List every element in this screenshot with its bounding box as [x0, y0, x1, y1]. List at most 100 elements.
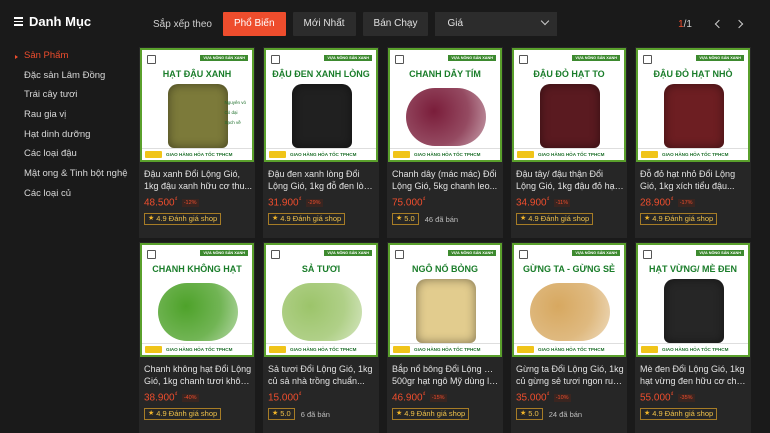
sidebar-list: Sản Phẩm Đặc sản Lâm Đồng Trái cây tươi Rau…	[14, 46, 130, 204]
sort-option-button[interactable]: Phổ Biến	[222, 12, 286, 36]
currency-symbol: ₫	[422, 392, 426, 398]
product-photo	[158, 283, 238, 341]
sidebar-item[interactable]: Mật ong & Tinh bột nghệ	[14, 164, 130, 184]
brand-badge: VỰA NÔNG SẢN XANH	[200, 55, 248, 61]
discount-badge: -15%	[429, 393, 447, 402]
mini-pager: 1/1	[678, 13, 750, 35]
discount-badge: -40%	[181, 393, 199, 402]
price-row: 28.900₫ -17%	[640, 197, 695, 208]
sort-bar: Sắp xếp theo Phổ Biến Mới Nhất Bán Chạy Gi…	[140, 10, 750, 38]
product-photo	[168, 84, 228, 148]
product-name-line: Chanh không hạt Đổi Lộng	[144, 364, 252, 374]
next-page-button[interactable]	[730, 13, 750, 35]
brand-logo-icon	[643, 250, 652, 259]
currency-symbol: ₫	[298, 197, 302, 203]
brand-badge: VỰA NÔNG SẢN XANH	[448, 250, 496, 256]
image-product-title: ĐẬU ĐEN XANH LÒNG	[272, 69, 370, 79]
product-image[interactable]: VỰA NÔNG SẢN XANH HẠT ĐẬU XANH Nguyên vỏ…	[140, 48, 254, 162]
product-image[interactable]: VỰA NÔNG SẢN XANH NGÔ NỔ BỎNG GIAO HÀNG …	[388, 243, 502, 357]
product-name-line: Chanh dây (mác mác) Đổi	[392, 169, 497, 179]
product-card[interactable]: VỰA NÔNG SẢN XANH HẠT VỪNG/ MÈ ĐEN GIAO …	[635, 242, 751, 433]
product-card[interactable]: VỰA NÔNG SẢN XANH ĐẬU ĐEN XANH LÒNG GIAO…	[263, 47, 379, 238]
brand-badge: VỰA NÔNG SẢN XANH	[572, 250, 620, 256]
rating-badge: ★ 4.9 Đánh giá shop	[268, 213, 346, 225]
image-product-title: ĐẬU ĐỎ HẠT TO	[533, 69, 605, 79]
product-image[interactable]: VỰA NÔNG SẢN XANH CHANH KHÔNG HẠT GIAO H…	[140, 243, 254, 357]
product-price: 34.900₫	[516, 197, 550, 208]
product-card[interactable]: VỰA NÔNG SẢN XANH ĐẬU ĐỎ HẠT TO GIAO HÀN…	[511, 47, 627, 238]
rating-badge: ★ 4.9 Đánh giá shop	[144, 213, 222, 225]
product-card[interactable]: VỰA NÔNG SẢN XANH CHANH DÂY TÍM GIAO HÀN…	[387, 47, 503, 238]
product-name[interactable]: Đậu xanh Đổi Lộng Gió, 1kg đậu xanh hữu …	[144, 168, 252, 192]
delivery-note: GIAO HÀNG HỎA TỐC TPHCM	[538, 152, 605, 157]
product-image[interactable]: VỰA NÔNG SẢN XANH CHANH DÂY TÍM GIAO HÀN…	[388, 48, 502, 162]
check-item: Sạch về	[224, 120, 241, 125]
currency-symbol: ₫	[546, 197, 550, 203]
product-name[interactable]: Đỗ đỏ hạt nhỏ Đổi Lộng Gió, 1kg xích tiể…	[640, 168, 748, 192]
price-value: 75.000	[392, 197, 423, 209]
brand-logo-icon	[519, 250, 528, 259]
sort-options: Phổ Biến Mới Nhất Bán Chạy	[222, 12, 436, 36]
express-truck-icon	[269, 346, 286, 353]
product-name-line: Sả tươi Đổi Lộng Gió, 1kg	[268, 364, 373, 374]
page-total: /1	[683, 18, 692, 30]
sidebar-item[interactable]: Trái cây tươi	[14, 85, 130, 105]
product-name[interactable]: Đậu đen xanh lòng Đổi Lộng Gió, 1kg đỗ đ…	[268, 168, 376, 192]
sidebar-item[interactable]: Sản Phẩm	[14, 46, 130, 66]
product-card[interactable]: VỰA NÔNG SẢN XANH CHANH KHÔNG HẠT GIAO H…	[139, 242, 255, 433]
product-name[interactable]: Sả tươi Đổi Lộng Gió, 1kg củ sả nhà trồn…	[268, 363, 376, 387]
product-image[interactable]: VỰA NÔNG SẢN XANH ĐẬU ĐEN XANH LÒNG GIAO…	[264, 48, 378, 162]
price-value: 48.500	[144, 197, 175, 209]
brand-badge: VỰA NÔNG SẢN XANH	[324, 250, 372, 256]
product-image[interactable]: VỰA NÔNG SẢN XANH GỪNG TA - GỪNG SẺ GIAO…	[512, 243, 626, 357]
sold-count: 24 đã bán	[548, 409, 583, 419]
rating-badge: ★ 4.9 Đánh giá shop	[392, 408, 470, 420]
delivery-strip: GIAO HÀNG HỎA TỐC TPHCM	[266, 343, 376, 355]
product-photo	[664, 84, 724, 148]
delivery-strip: GIAO HÀNG HỎA TỐC TPHCM	[638, 343, 748, 355]
product-card[interactable]: VỰA NÔNG SẢN XANH ĐẬU ĐỎ HẠT NHỎ GIAO HÀ…	[635, 47, 751, 238]
sidebar-item[interactable]: Đặc sản Lâm Đồng	[14, 66, 130, 86]
sidebar-item[interactable]: Hạt dinh dưỡng	[14, 125, 130, 145]
sidebar-item[interactable]: Các loại củ	[14, 184, 130, 204]
product-name-line: Lộng Gió, 1kg đậu đỏ hạt to...	[516, 181, 624, 191]
delivery-note: GIAO HÀNG HỎA TỐC TPHCM	[290, 347, 357, 352]
sort-option-button[interactable]: Mới Nhất	[292, 12, 356, 36]
sort-option-button[interactable]: Bán Chạy	[362, 12, 429, 36]
product-image[interactable]: VỰA NÔNG SẢN XANH ĐẬU ĐỎ HẠT TO GIAO HÀN…	[512, 48, 626, 162]
rating-text: 5.0	[528, 409, 539, 418]
product-image[interactable]: VỰA NÔNG SẢN XANH HẠT VỪNG/ MÈ ĐEN GIAO …	[636, 243, 750, 357]
image-product-title: HẠT VỪNG/ MÈ ĐEN	[649, 264, 737, 274]
product-photo	[664, 279, 724, 343]
price-sort-select[interactable]: Giá	[435, 12, 558, 36]
delivery-note: GIAO HÀNG HỎA TỐC TPHCM	[538, 347, 605, 352]
rating-row: ★ 5.0 46 đã bán	[392, 213, 458, 225]
prev-page-button[interactable]	[708, 13, 728, 35]
sidebar-item[interactable]: Rau gia vị	[14, 105, 130, 125]
product-name[interactable]: Chanh dây (mác mác) Đổi Lộng Gió, 5kg ch…	[392, 168, 500, 192]
product-name[interactable]: Đậu tây/ đậu thận Đổi Lộng Gió, 1kg đậu …	[516, 168, 624, 192]
product-card[interactable]: VỰA NÔNG SẢN XANH GỪNG TA - GỪNG SẺ GIAO…	[511, 242, 627, 433]
product-name[interactable]: Bắp nổ bông Đổi Lộng Gió, 500gr hạt ngô …	[392, 363, 500, 387]
price-value: 46.900	[392, 392, 423, 404]
product-price: 38.900₫	[144, 392, 178, 403]
product-image[interactable]: VỰA NÔNG SẢN XANH ĐẬU ĐỎ HẠT NHỎ GIAO HÀ…	[636, 48, 750, 162]
product-name[interactable]: Chanh không hạt Đổi Lộng Gió, 1kg chanh …	[144, 363, 252, 387]
product-card[interactable]: VỰA NÔNG SẢN XANH SẢ TƯƠI GIAO HÀNG HỎA …	[263, 242, 379, 433]
rating-text: 4.9 Đánh giá shop	[528, 214, 590, 223]
product-price: 15.000₫	[268, 392, 302, 403]
price-row: 31.900₫ -29%	[268, 197, 323, 208]
product-name[interactable]: Gừng ta Đổi Lộng Gió, 1kg củ gừng sẻ tươ…	[516, 363, 624, 387]
price-row: 35.000₫ -10%	[516, 392, 571, 403]
product-image[interactable]: VỰA NÔNG SẢN XANH SẢ TƯƠI GIAO HÀNG HỎA …	[264, 243, 378, 357]
product-card[interactable]: VỰA NÔNG SẢN XANH HẠT ĐẬU XANH Nguyên vỏ…	[139, 47, 255, 238]
product-name[interactable]: Mè đen Đổi Lộng Gió, 1kg hạt vừng đen hữ…	[640, 363, 748, 387]
star-icon: ★	[520, 410, 527, 417]
sidebar-item[interactable]: Các loại đậu	[14, 144, 130, 164]
product-card[interactable]: VỰA NÔNG SẢN XANH NGÔ NỔ BỎNG GIAO HÀNG …	[387, 242, 503, 433]
chevron-down-icon	[541, 16, 550, 26]
product-name-line: hạt vừng đen hữu cơ chu...	[640, 376, 748, 386]
rating-text: 5.0	[404, 214, 415, 223]
express-truck-icon	[269, 151, 286, 158]
product-photo	[406, 88, 486, 146]
